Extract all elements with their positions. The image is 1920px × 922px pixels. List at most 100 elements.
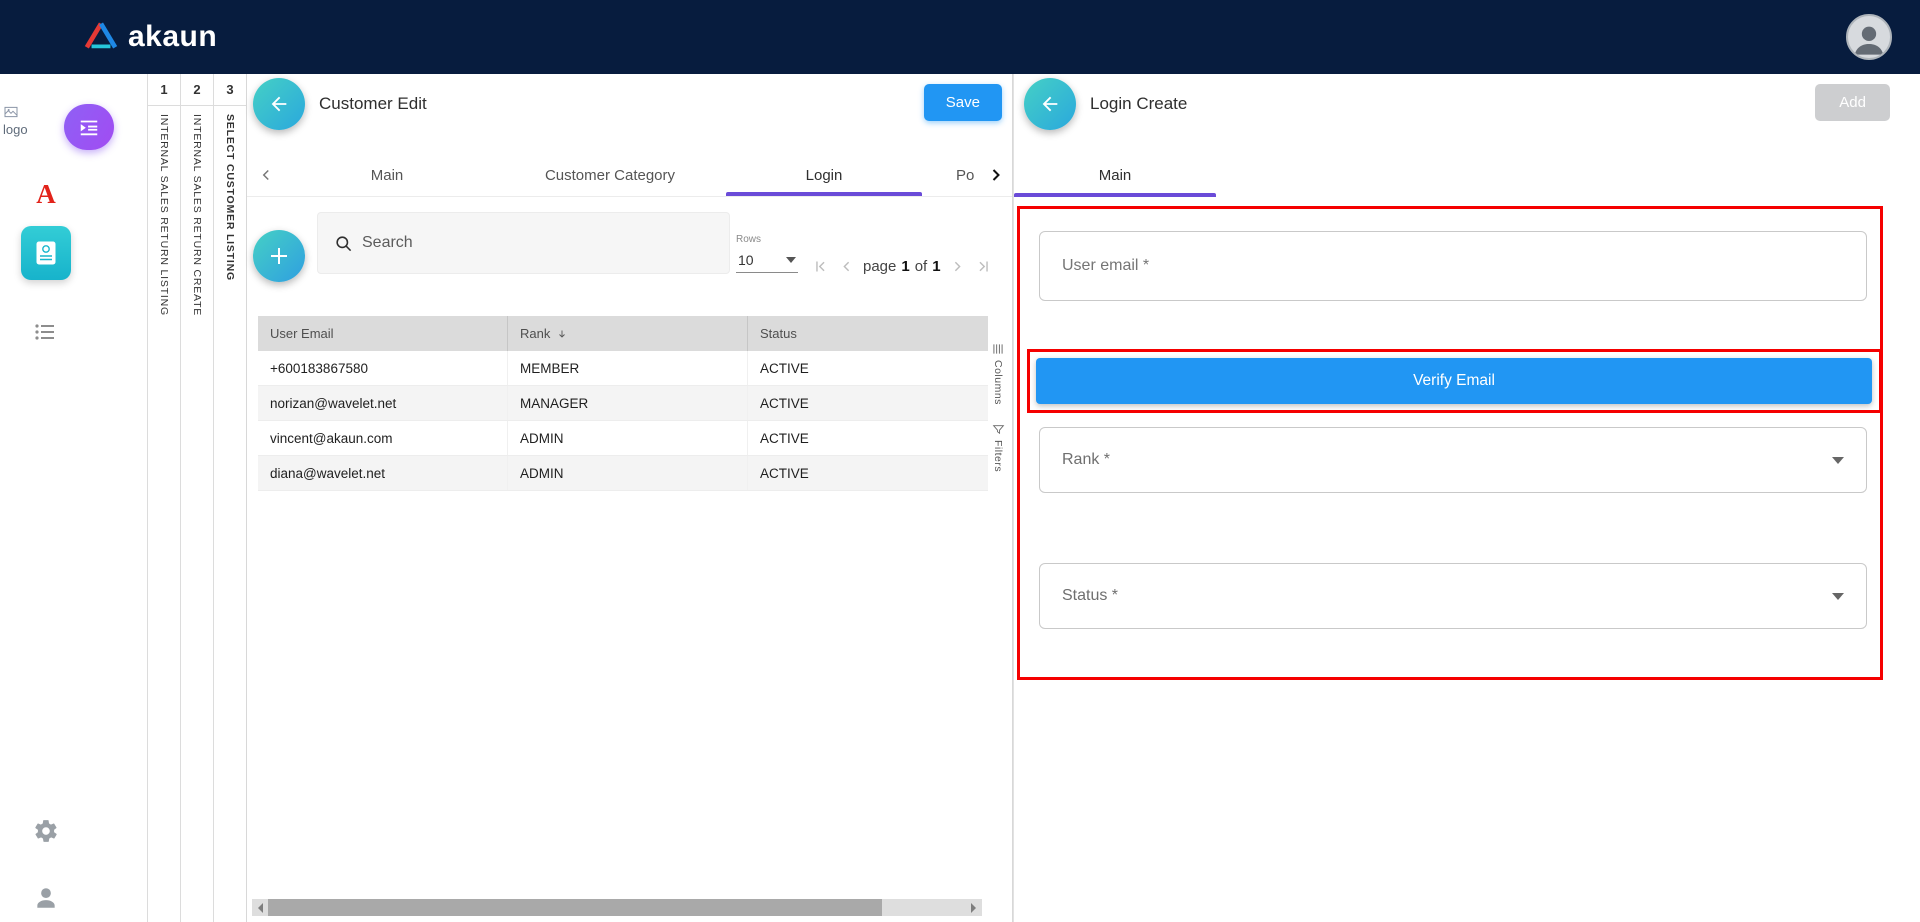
- scroll-right-arrow[interactable]: [966, 903, 982, 913]
- last-page-button[interactable]: [974, 258, 993, 275]
- invoice-doc-icon: [36, 241, 56, 265]
- first-page-icon: [812, 258, 829, 275]
- next-page-button[interactable]: [948, 258, 967, 275]
- pdf-app-icon[interactable]: A: [26, 174, 66, 214]
- chevron-right-icon: [986, 165, 1006, 185]
- profile-person-icon[interactable]: [33, 885, 59, 916]
- step-number: 1: [148, 74, 180, 106]
- arrow-back-icon: [268, 93, 290, 115]
- step-number: 3: [214, 74, 246, 106]
- tab-customer-category[interactable]: Customer Category: [500, 154, 720, 196]
- save-button[interactable]: Save: [924, 84, 1002, 121]
- verify-email-button[interactable]: Verify Email: [1036, 358, 1872, 404]
- cell-status: ACTIVE: [748, 466, 988, 481]
- akaun-logo-icon: [84, 20, 118, 55]
- settings-gear-icon[interactable]: [33, 818, 59, 849]
- step-label: INTERNAL SALES RETURN CREATE: [191, 114, 203, 316]
- broken-logo-image: logo: [3, 104, 47, 150]
- customer-edit-panel: Customer Edit Save Main Customer Categor…: [246, 74, 1013, 922]
- page-body: logo A: [0, 74, 1920, 922]
- tabs-bar: Main: [1014, 154, 1920, 197]
- prev-page-button[interactable]: [837, 258, 856, 275]
- rank-select[interactable]: Rank *: [1039, 427, 1867, 493]
- chevron-right-icon: [949, 258, 966, 275]
- broken-image-icon: [3, 104, 19, 120]
- add-record-button[interactable]: [253, 230, 305, 282]
- plus-icon: [267, 244, 291, 268]
- filter-icon: [992, 423, 1005, 436]
- table-header-row: User Email Rank Status: [258, 316, 988, 351]
- rank-placeholder: Rank *: [1062, 451, 1110, 469]
- cell-user-email: diana@wavelet.net: [258, 456, 508, 490]
- filters-button[interactable]: Filters: [992, 423, 1005, 472]
- tabs-scroll-left-button[interactable]: [257, 154, 275, 196]
- horizontal-scrollbar[interactable]: [252, 899, 982, 916]
- step-tab-1[interactable]: 1 INTERNAL SALES RETURN LISTING: [147, 74, 180, 922]
- user-email-input[interactable]: [1062, 257, 1844, 275]
- cell-rank: ADMIN: [508, 421, 748, 455]
- app-root: akaun logo A: [0, 0, 1920, 922]
- rows-per-page-select[interactable]: 10: [736, 250, 798, 273]
- tabs-scroll-area: Main Customer Category Login Po: [283, 154, 978, 196]
- brand: akaun: [84, 20, 217, 55]
- cell-rank: MANAGER: [508, 386, 748, 420]
- columns-icon: [991, 342, 1005, 356]
- table-row[interactable]: norizan@wavelet.net MANAGER ACTIVE: [258, 386, 988, 421]
- user-avatar[interactable]: [1846, 14, 1892, 60]
- table-side-rail: Columns Filters: [988, 342, 1008, 472]
- tab-main[interactable]: Main: [292, 154, 482, 196]
- arrow-back-icon: [1039, 93, 1061, 115]
- cell-user-email: norizan@wavelet.net: [258, 386, 508, 420]
- step-label: SELECT CUSTOMER LISTING: [224, 114, 236, 281]
- cell-user-email: +600183867580: [258, 351, 508, 385]
- search-icon: [334, 234, 353, 253]
- step-tab-3[interactable]: 3 SELECT CUSTOMER LISTING: [213, 74, 246, 922]
- cell-user-email: vincent@akaun.com: [258, 421, 508, 455]
- status-select[interactable]: Status *: [1039, 563, 1867, 629]
- filters-label: Filters: [992, 440, 1004, 472]
- pagination: page 1 of 1: [811, 258, 993, 275]
- first-page-button[interactable]: [811, 258, 830, 275]
- rows-label: Rows: [736, 234, 798, 245]
- columns-label: Columns: [992, 360, 1004, 405]
- sidebar: logo A: [0, 74, 95, 922]
- table-row[interactable]: +600183867580 MEMBER ACTIVE: [258, 351, 988, 386]
- rows-value: 10: [738, 252, 754, 268]
- add-button[interactable]: Add: [1815, 84, 1890, 121]
- menu-indent-icon: [78, 116, 100, 138]
- tabs-bar: Main Customer Category Login Po: [247, 154, 1012, 197]
- back-button[interactable]: [1024, 78, 1076, 130]
- columns-button[interactable]: Columns: [991, 342, 1005, 405]
- tab-login[interactable]: Login: [726, 154, 922, 196]
- login-table: User Email Rank Status +600183867580: [258, 316, 988, 491]
- step-number: 2: [181, 74, 213, 106]
- chevron-left-icon: [838, 258, 855, 275]
- cell-status: ACTIVE: [748, 431, 988, 446]
- search-input[interactable]: [362, 234, 692, 252]
- chevron-left-icon: [257, 166, 275, 184]
- tabs-scroll-right-button[interactable]: [986, 154, 1006, 196]
- topbar: akaun: [0, 0, 1920, 74]
- page-title: Login Create: [1090, 94, 1187, 114]
- sort-desc-icon: [556, 328, 568, 340]
- scroll-left-arrow[interactable]: [252, 903, 268, 913]
- header-rank[interactable]: Rank: [508, 316, 748, 351]
- table-row[interactable]: diana@wavelet.net ADMIN ACTIVE: [258, 456, 988, 491]
- cell-rank: ADMIN: [508, 456, 748, 490]
- scrollbar-thumb[interactable]: [268, 899, 882, 916]
- sidebar-toggle-button[interactable]: [64, 104, 114, 150]
- status-placeholder: Status *: [1062, 587, 1118, 605]
- back-button[interactable]: [253, 78, 305, 130]
- billing-app-icon[interactable]: [21, 226, 71, 280]
- menu-list-icon[interactable]: [33, 320, 57, 349]
- login-create-panel: Login Create Add Main Verify Email Rank …: [1013, 74, 1920, 922]
- tab-main[interactable]: Main: [1014, 154, 1216, 197]
- table-body: +600183867580 MEMBER ACTIVE norizan@wave…: [258, 351, 988, 491]
- cell-status: ACTIVE: [748, 396, 988, 411]
- header-status[interactable]: Status: [748, 316, 988, 351]
- table-row[interactable]: vincent@akaun.com ADMIN ACTIVE: [258, 421, 988, 456]
- rows-per-page: Rows 10: [736, 234, 798, 273]
- header-user-email[interactable]: User Email: [258, 316, 508, 351]
- step-tab-2[interactable]: 2 INTERNAL SALES RETURN CREATE: [180, 74, 213, 922]
- tab-po[interactable]: Po: [940, 154, 978, 196]
